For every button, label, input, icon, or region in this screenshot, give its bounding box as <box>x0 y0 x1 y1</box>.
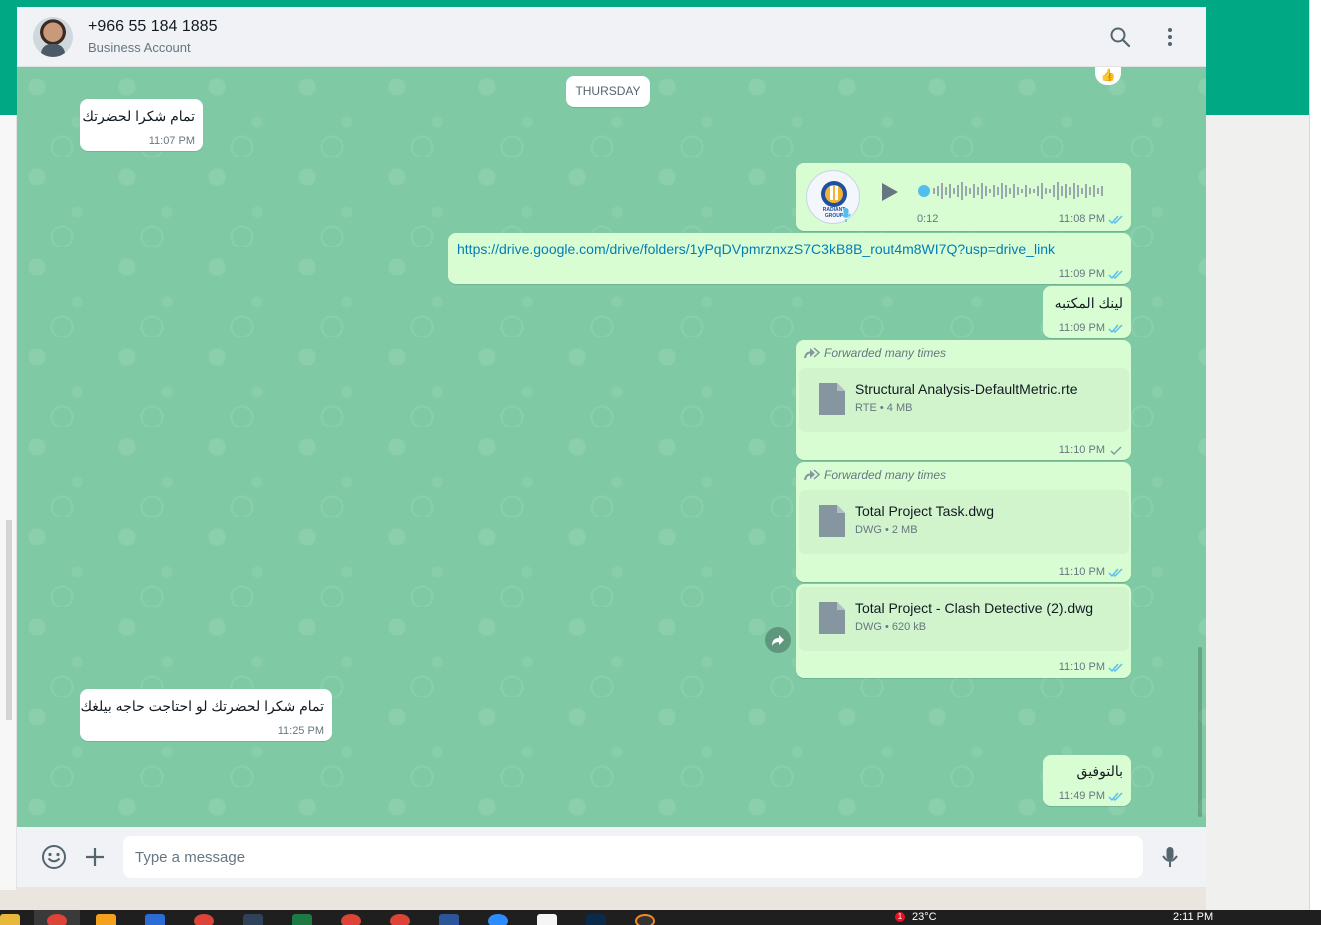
chrome-icon[interactable] <box>341 914 361 925</box>
reaction-badge[interactable]: 👍 <box>1095 67 1121 85</box>
zoom-icon[interactable] <box>488 914 508 925</box>
read-receipt-icon <box>1108 270 1123 280</box>
menu-icon[interactable] <box>1158 25 1182 49</box>
forward-message-button[interactable] <box>765 627 791 653</box>
left-scroll-strip <box>0 115 17 890</box>
document-type: RTE <box>855 402 877 414</box>
document-name: Total Project - Clash Detective (2).dwg <box>855 600 1094 616</box>
forwarded-label: Forwarded many times <box>804 468 946 482</box>
message-time: 11:10 PM <box>1058 566 1105 578</box>
document-attachment[interactable]: Total Project - Clash Detective (2).dwg … <box>799 587 1129 651</box>
document-size: 4 MB <box>886 402 913 414</box>
document-file-icon <box>819 602 845 634</box>
notification-badge: 1 <box>895 912 905 922</box>
voice-message-bubble[interactable]: RADIANT GROUP 0:12 11:08 PM <box>796 163 1131 231</box>
message-composer <box>17 827 1206 887</box>
message-bubble-incoming[interactable]: تمام شكرا لحضرتك لو احتاجت حاجه بيلغك 11… <box>80 689 332 741</box>
message-text: لينك المكتبه <box>1054 295 1123 311</box>
taskbar-clock[interactable]: 2:11 PM <box>1173 911 1213 923</box>
message-text: تمام شكرا لحضرتك <box>82 108 195 124</box>
message-time: 11:09 PM <box>1058 268 1105 280</box>
pdf-icon[interactable] <box>537 914 557 925</box>
sent-tick-icon <box>1110 446 1122 455</box>
forwarded-label: Forwarded many times <box>804 346 946 360</box>
document-message-bubble[interactable]: Total Project - Clash Detective (2).dwg … <box>796 584 1131 678</box>
paint-icon[interactable] <box>96 914 116 925</box>
message-text: بالتوفيق <box>1076 763 1123 779</box>
message-time: 11:08 PM <box>1058 213 1105 225</box>
document-message-bubble[interactable]: Forwarded many times Total Project Task.… <box>796 462 1131 582</box>
link-message-bubble[interactable]: https://drive.google.com/drive/folders/1… <box>448 233 1131 284</box>
voice-duration: 0:12 <box>917 213 939 225</box>
message-time: 11:09 PM <box>1058 322 1105 334</box>
message-time: 11:10 PM <box>1058 444 1105 456</box>
photoshop-icon[interactable] <box>586 914 606 925</box>
emoji-icon[interactable] <box>41 844 67 870</box>
document-message-bubble[interactable]: Forwarded many times Structural Analysis… <box>796 340 1131 460</box>
app-background-right <box>1206 115 1309 910</box>
day-separator: THURSDAY <box>566 76 650 107</box>
play-icon[interactable] <box>878 181 900 203</box>
message-time: 11:49 PM <box>1058 790 1105 802</box>
message-list[interactable]: 👍 THURSDAY تمام شكرا لحضرتك 11:07 PM RAD… <box>17 67 1206 827</box>
windows-taskbar: 1 23°C 2:11 PM <box>0 910 1321 925</box>
message-time: 11:07 PM <box>148 135 195 147</box>
window-right-edge <box>1309 0 1321 910</box>
read-receipt-icon <box>1108 568 1123 578</box>
message-time: 11:25 PM <box>277 725 324 737</box>
document-meta: DWG • 2 MB <box>855 524 918 536</box>
read-receipt-icon <box>1108 324 1123 334</box>
document-size: 620 kB <box>891 621 927 633</box>
document-file-icon <box>819 505 845 537</box>
app-icon[interactable] <box>243 914 263 925</box>
contact-subtitle: Business Account <box>88 40 191 55</box>
voice-waveform[interactable] <box>917 179 1117 203</box>
message-input[interactable] <box>135 836 1125 878</box>
document-name: Structural Analysis-DefaultMetric.rte <box>855 381 1078 397</box>
attach-plus-icon[interactable] <box>82 844 108 870</box>
chat-header[interactable]: +966 55 184 1885 Business Account <box>17 7 1206 67</box>
chrome-icon[interactable] <box>390 914 410 925</box>
read-receipt-icon <box>1108 792 1123 802</box>
microphone-icon[interactable] <box>1157 844 1183 870</box>
forwarded-text: Forwarded many times <box>824 346 947 360</box>
message-bubble-outgoing[interactable]: بالتوفيق 11:49 PM <box>1043 755 1131 806</box>
chrome-icon[interactable] <box>194 914 214 925</box>
microphone-badge-icon <box>840 207 852 223</box>
left-scrollbar-thumb[interactable] <box>6 520 12 720</box>
forward-arrow-icon <box>772 635 784 646</box>
message-scrollbar-thumb[interactable] <box>1198 647 1202 817</box>
document-size: 2 MB <box>891 524 918 536</box>
document-attachment[interactable]: Total Project Task.dwg DWG • 2 MB <box>799 490 1129 554</box>
conversation-panel: +966 55 184 1885 Business Account 👍 THUR… <box>17 7 1206 887</box>
document-file-icon <box>819 383 845 415</box>
read-receipt-icon <box>1108 663 1123 673</box>
document-attachment[interactable]: Structural Analysis-DefaultMetric.rte RT… <box>799 368 1129 432</box>
message-bubble-incoming[interactable]: تمام شكرا لحضرتك 11:07 PM <box>80 99 203 151</box>
document-type: DWG <box>855 524 882 536</box>
chrome-icon[interactable] <box>47 914 67 925</box>
media-player-icon[interactable] <box>635 914 655 925</box>
search-icon[interactable] <box>1108 25 1132 49</box>
file-explorer-icon[interactable] <box>0 914 20 925</box>
message-text: تمام شكرا لحضرتك لو احتاجت حاجه بيلغك <box>80 698 324 714</box>
forwarded-icon <box>804 347 821 359</box>
app-icon[interactable] <box>145 914 165 925</box>
word-icon[interactable] <box>439 914 459 925</box>
contact-name[interactable]: +966 55 184 1885 <box>88 18 217 36</box>
message-time: 11:10 PM <box>1058 661 1105 673</box>
document-meta: RTE • 4 MB <box>855 402 913 414</box>
forwarded-icon <box>804 469 821 481</box>
excel-icon[interactable] <box>292 914 312 925</box>
contact-avatar[interactable] <box>33 17 73 57</box>
document-type: DWG <box>855 621 882 633</box>
message-bubble-outgoing[interactable]: لينك المكتبه 11:09 PM <box>1043 286 1131 338</box>
forwarded-text: Forwarded many times <box>824 468 947 482</box>
message-input-container <box>123 836 1143 878</box>
read-receipt-icon <box>1108 215 1123 225</box>
document-name: Total Project Task.dwg <box>855 503 995 519</box>
weather-temperature[interactable]: 23°C <box>912 911 937 923</box>
document-meta: DWG • 620 kB <box>855 621 927 633</box>
drive-link[interactable]: https://drive.google.com/drive/folders/1… <box>457 241 1055 257</box>
